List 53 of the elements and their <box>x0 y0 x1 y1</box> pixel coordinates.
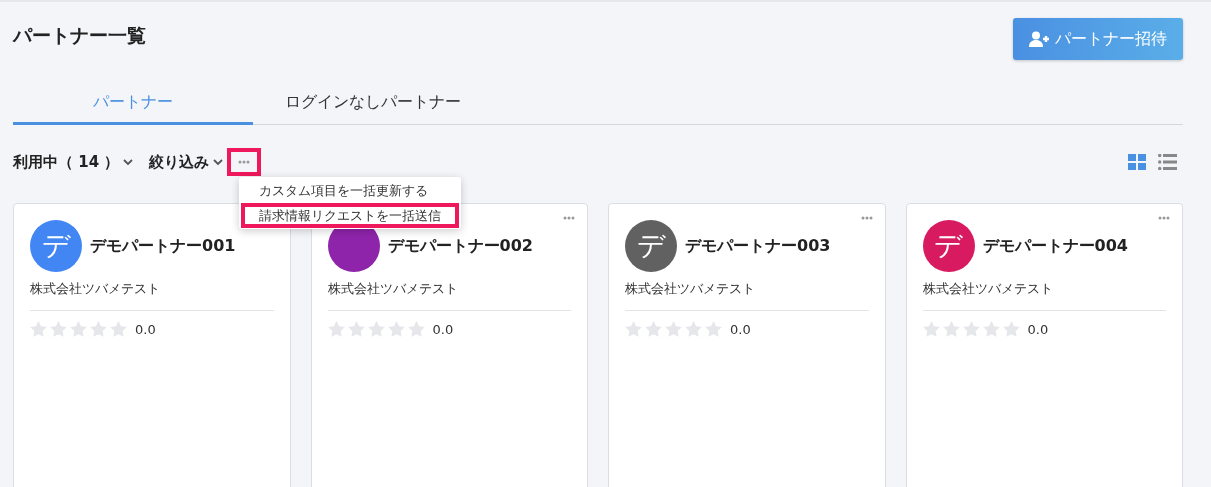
rating-value: 0.0 <box>1027 321 1049 337</box>
partner-name: デモパートナー001 <box>90 235 236 257</box>
partner-card[interactable]: デ デモパートナー004 株式会社ツバメテスト 0.0 <box>905 203 1183 487</box>
more-icon <box>1158 216 1170 220</box>
chevron-down-icon <box>123 158 134 166</box>
page-title: パートナー一覧 <box>13 23 146 48</box>
partner-card[interactable]: デ デモパートナー003 株式会社ツバメテスト 0.0 <box>608 203 886 487</box>
avatar-initial: デ <box>934 232 963 260</box>
partner-name: デモパートナー002 <box>387 235 533 257</box>
tab[interactable]: ログインなしパートナー <box>253 84 493 125</box>
star-icon <box>962 321 980 337</box>
star-icon <box>90 321 107 337</box>
company-name: 株式会社ツバメテスト <box>922 280 1166 311</box>
menu-item[interactable]: カスタム項目を一括更新する <box>241 178 460 203</box>
card-more-button[interactable] <box>860 216 873 220</box>
star-icon <box>70 321 87 337</box>
filter-dropdown[interactable]: 絞り込み <box>149 152 210 172</box>
star-icon <box>347 321 365 337</box>
star-icon <box>685 321 702 337</box>
star-icon <box>407 321 425 337</box>
more-icon <box>860 216 873 220</box>
star-icon <box>110 321 127 337</box>
company-name: 株式会社ツバメテスト <box>30 280 274 311</box>
star-icon <box>982 321 1000 337</box>
chevron-down-icon <box>213 158 224 166</box>
star-icon <box>367 321 385 337</box>
star-icon <box>50 321 67 337</box>
status-filter[interactable]: 利用中（ 14 ） <box>13 152 120 172</box>
partner-name: デモパートナー003 <box>685 235 831 257</box>
rating-value: 0.0 <box>432 321 454 337</box>
star-icon <box>387 321 405 337</box>
star-icon <box>327 321 345 337</box>
star-icon <box>705 321 722 337</box>
company-name: 株式会社ツバメテスト <box>327 280 571 311</box>
avatar-initial: デ <box>636 232 666 260</box>
more-icon <box>563 216 575 220</box>
company-name: 株式会社ツバメテスト <box>625 280 869 311</box>
star-icon <box>922 321 940 337</box>
star-icon <box>625 321 642 337</box>
rating-value: 0.0 <box>135 321 156 337</box>
menu-item[interactable]: 請求情報リクエストを一括送信 <box>241 203 460 228</box>
more-icon <box>238 160 251 164</box>
star-icon <box>1002 321 1020 337</box>
card-more-button[interactable] <box>1158 216 1170 220</box>
star-icon <box>30 321 47 337</box>
star-icon <box>942 321 960 337</box>
card-more-button[interactable] <box>563 216 575 220</box>
star-icon <box>665 321 682 337</box>
star-icon <box>645 321 662 337</box>
rating-value: 0.0 <box>730 321 751 337</box>
partner-name: デモパートナー004 <box>982 235 1128 257</box>
add-user-icon <box>1029 31 1049 47</box>
avatar-initial: デ <box>41 232 71 260</box>
